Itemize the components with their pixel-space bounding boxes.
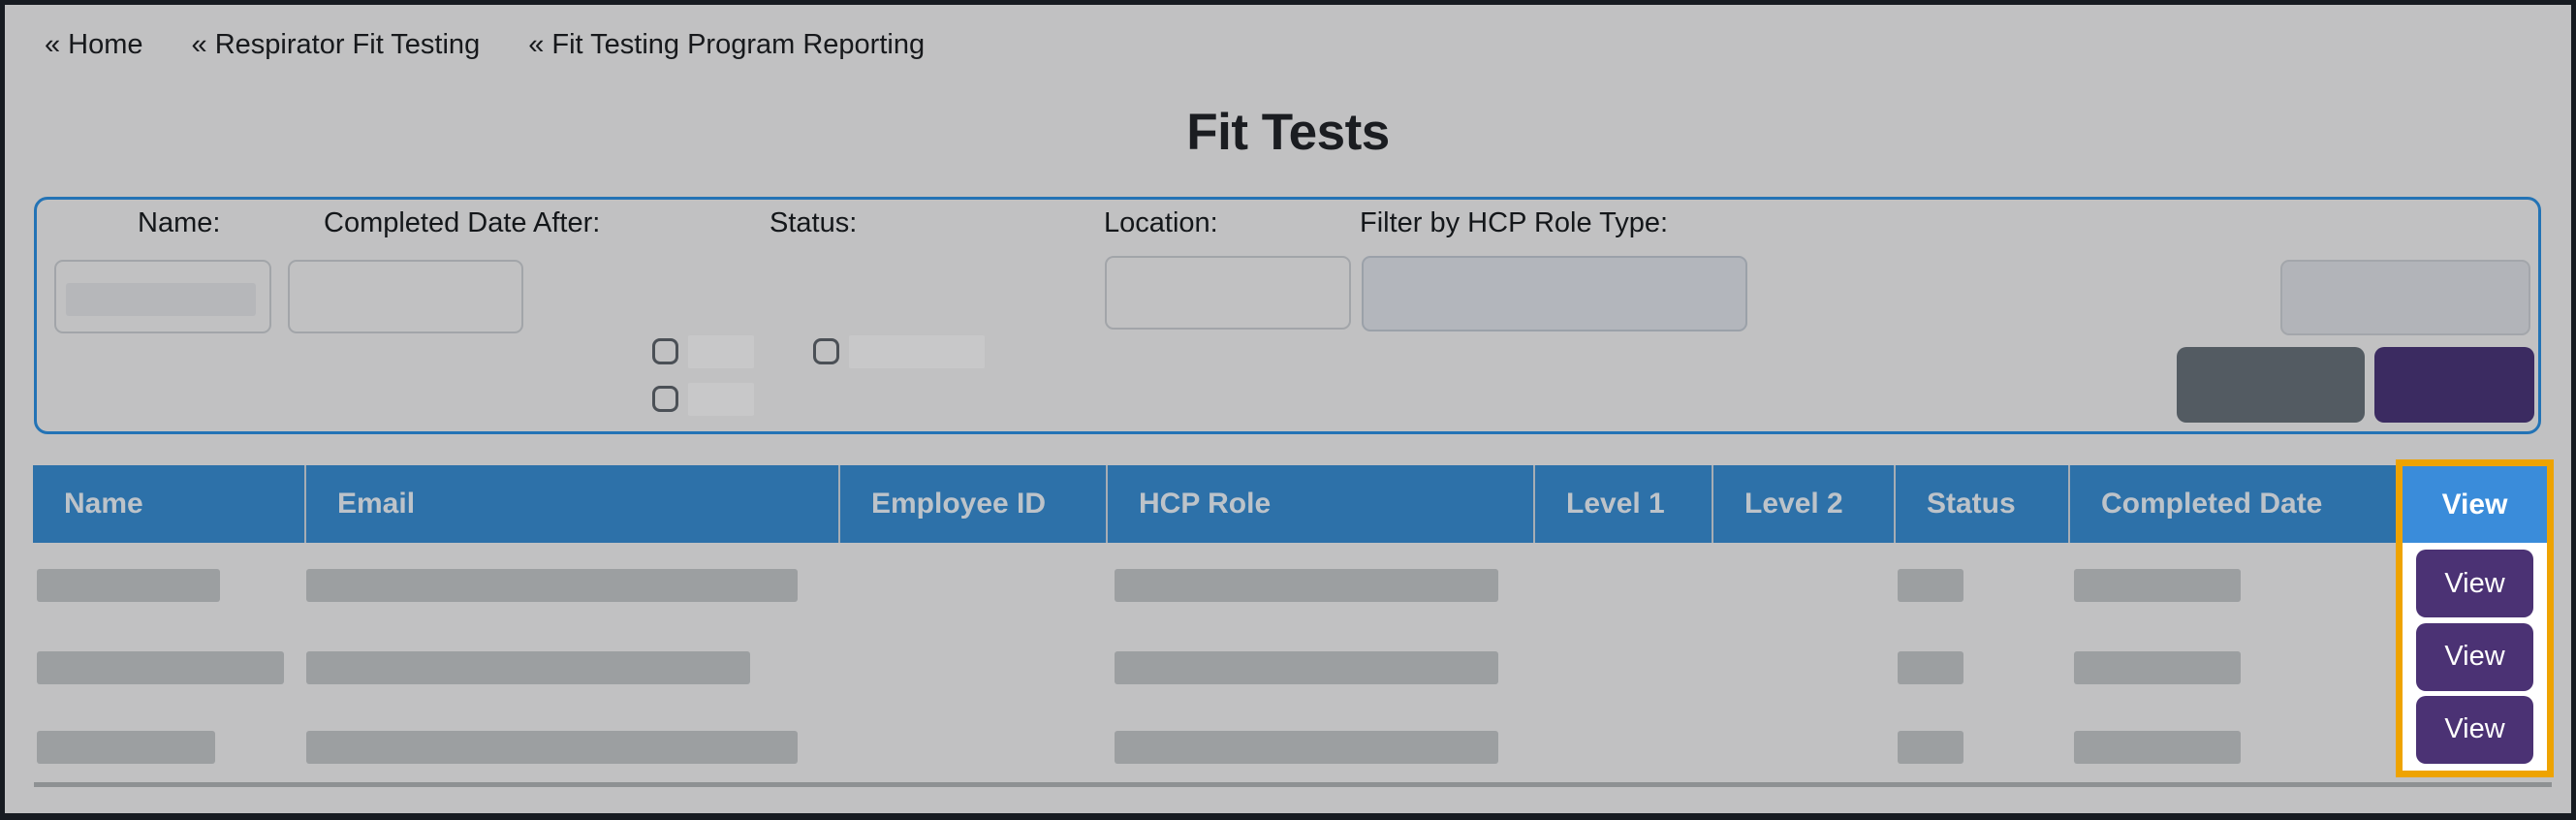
completed-date-after-input[interactable] — [288, 260, 523, 333]
redacted-checkbox-label-2 — [849, 335, 985, 368]
page-title: Fit Tests — [0, 103, 2576, 162]
redacted-cell-name — [37, 569, 220, 602]
redacted-cell-status — [1898, 569, 1963, 602]
column-header-name: Name — [33, 465, 304, 543]
column-header-status: Status — [1894, 465, 2068, 543]
redacted-checkbox-label-3 — [688, 383, 754, 416]
redacted-cell-completed-date — [2074, 569, 2241, 602]
breadcrumb-home[interactable]: « Home — [45, 29, 143, 61]
breadcrumb-respirator-fit-testing[interactable]: « Respirator Fit Testing — [192, 29, 481, 61]
hcp-role-type-select[interactable] — [1362, 256, 1747, 331]
redacted-cell-email — [306, 651, 750, 684]
redacted-checkbox-label-1 — [688, 335, 754, 368]
column-header-employee-id: Employee ID — [838, 465, 1106, 543]
redacted-cell-name — [37, 651, 284, 684]
name-filter-label: Name: — [138, 207, 220, 239]
redacted-cell-email — [306, 731, 798, 764]
column-header-level-2: Level 2 — [1712, 465, 1894, 543]
column-header-completed-date: Completed Date — [2068, 465, 2398, 543]
name-filter-input[interactable] — [54, 260, 271, 333]
redacted-cell-hcp-role — [1115, 569, 1498, 602]
hcp-role-type-filter-label: Filter by HCP Role Type: — [1360, 207, 1668, 239]
column-header-hcp-role: HCP Role — [1106, 465, 1533, 543]
view-column-highlight: View View View View — [2396, 459, 2554, 777]
redacted-cell-name — [37, 731, 215, 764]
location-filter-label: Location: — [1104, 207, 1218, 239]
column-header-email: Email — [304, 465, 838, 543]
redacted-cell-hcp-role — [1115, 651, 1498, 684]
redacted-name-value — [66, 283, 256, 316]
primary-action-button[interactable] — [2374, 347, 2534, 423]
redacted-cell-status — [1898, 731, 1963, 764]
status-checkbox-2[interactable] — [813, 338, 839, 364]
bottom-divider — [34, 782, 2552, 787]
view-buttons-group: View View View — [2403, 543, 2547, 771]
breadcrumb: « Home « Respirator Fit Testing « Fit Te… — [45, 29, 925, 61]
fit-tests-page: « Home « Respirator Fit Testing « Fit Te… — [0, 0, 2576, 820]
status-checkbox-1[interactable] — [652, 338, 678, 364]
status-filter-label: Status: — [770, 207, 857, 239]
view-button-row-1[interactable]: View — [2416, 550, 2533, 617]
filter-panel: Name: Completed Date After: Status: Loca… — [34, 197, 2541, 434]
status-checkbox-3[interactable] — [652, 386, 678, 412]
secondary-action-button[interactable] — [2177, 347, 2365, 423]
redacted-dropdown[interactable] — [2280, 260, 2530, 335]
column-header-level-1: Level 1 — [1533, 465, 1712, 543]
view-button-row-2[interactable]: View — [2416, 623, 2533, 691]
redacted-cell-completed-date — [2074, 651, 2241, 684]
redacted-cell-status — [1898, 651, 1963, 684]
location-filter-input[interactable] — [1105, 256, 1351, 330]
redacted-cell-email — [306, 569, 798, 602]
redacted-cell-completed-date — [2074, 731, 2241, 764]
view-button-row-3[interactable]: View — [2416, 696, 2533, 764]
breadcrumb-fit-testing-program-reporting[interactable]: « Fit Testing Program Reporting — [528, 29, 925, 61]
completed-date-after-label: Completed Date After: — [324, 207, 600, 239]
column-header-view: View — [2403, 466, 2547, 543]
redacted-cell-hcp-role — [1115, 731, 1498, 764]
table-header: Name Email Employee ID HCP Role Level 1 … — [33, 465, 2398, 543]
